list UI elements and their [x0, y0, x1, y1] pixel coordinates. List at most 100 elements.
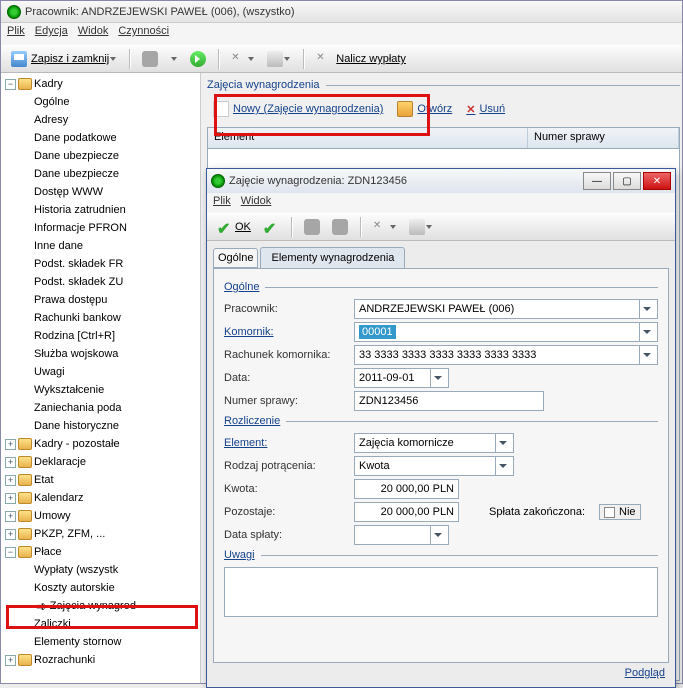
- menu-widok[interactable]: Widok: [78, 25, 109, 43]
- tree-node-zaliczki[interactable]: Zaliczki: [19, 615, 198, 633]
- dialog-titlebar[interactable]: Zajęcie wynagrodzenia: ZDN123456 — ▢ ✕: [207, 169, 675, 193]
- label-komornik: Komornik:: [224, 326, 354, 338]
- tree-node-adresy[interactable]: Adresy: [19, 111, 198, 129]
- tree-node-dane-podatkowe[interactable]: Dane podatkowe: [19, 129, 198, 147]
- save-and-close-button[interactable]: Zapisz i zamknij: [7, 48, 121, 70]
- collapse-icon[interactable]: −: [5, 547, 16, 558]
- tools-button[interactable]: [227, 48, 259, 70]
- arrow-right-icon: [332, 219, 348, 235]
- checkbox-splata-zakonczona[interactable]: Nie: [599, 504, 641, 520]
- main-toolbar: Zapisz i zamknij Nalicz wypłaty: [1, 45, 682, 73]
- nav-forward-button[interactable]: [186, 48, 210, 70]
- delete-record-button[interactable]: ✕ Usuń: [466, 103, 505, 116]
- tab-ogolne[interactable]: Ogólne: [213, 248, 258, 268]
- select-pracownik[interactable]: ANDRZEJEWSKI PAWEŁ (006): [354, 299, 658, 319]
- textarea-uwagi[interactable]: [224, 567, 658, 617]
- expand-icon[interactable]: +: [5, 457, 16, 468]
- tree-node-kadry[interactable]: −Kadry Ogólne Adresy Dane podatkowe Dane…: [3, 75, 198, 435]
- nav-forward-button[interactable]: [328, 216, 352, 238]
- expand-icon[interactable]: +: [5, 529, 16, 540]
- calculate-icon: [316, 51, 332, 67]
- datepicker-data[interactable]: 2011-09-01: [354, 368, 449, 388]
- section-uwagi[interactable]: Uwagi: [224, 549, 255, 561]
- tree-node-deklaracje[interactable]: +Deklaracje: [3, 453, 198, 471]
- tree-node-podst-zu[interactable]: Podst. składek ZU: [19, 273, 198, 291]
- tools-button[interactable]: [369, 216, 401, 238]
- minimize-button[interactable]: —: [583, 172, 611, 190]
- tree-node-pfron[interactable]: Informacje PFRON: [19, 219, 198, 237]
- open-icon: [397, 101, 413, 117]
- select-element[interactable]: Zajęcia komornicze: [354, 433, 514, 453]
- tree-node-wyksztalcenie[interactable]: Wykształcenie: [19, 381, 198, 399]
- tree-node-sluzba[interactable]: Służba wojskowa: [19, 345, 198, 363]
- chevron-down-icon: [170, 51, 178, 67]
- column-numer-sprawy[interactable]: Numer sprawy: [528, 128, 679, 148]
- tree-node-dostep-www[interactable]: Dostęp WWW: [19, 183, 198, 201]
- tree-node-dane-historyczne[interactable]: Dane historyczne: [19, 417, 198, 435]
- tree-node-rozrachunki[interactable]: +Rozrachunki: [3, 651, 198, 669]
- tree-node-kadry-pozostale[interactable]: +Kadry - pozostałe: [3, 435, 198, 453]
- print-button[interactable]: [263, 48, 295, 70]
- expand-icon[interactable]: +: [5, 475, 16, 486]
- ok-button[interactable]: ✔ OK: [213, 216, 255, 238]
- input-pozostaje[interactable]: [354, 502, 459, 522]
- tree-node-podst-fr[interactable]: Podst. składek FR: [19, 255, 198, 273]
- nav-back-button[interactable]: [300, 216, 324, 238]
- expand-icon[interactable]: +: [5, 493, 16, 504]
- tree-node-historia[interactable]: Historia zatrudnien: [19, 201, 198, 219]
- nav-down-button[interactable]: [166, 48, 182, 70]
- close-button[interactable]: ✕: [643, 172, 671, 190]
- menu-plik[interactable]: Plik: [213, 195, 231, 211]
- nalicz-wyplaty-button[interactable]: Nalicz wypłaty: [312, 48, 410, 70]
- tree-node-umowy[interactable]: +Umowy: [3, 507, 198, 525]
- select-rodzaj[interactable]: Kwota: [354, 456, 514, 476]
- tree-node-etat[interactable]: +Etat: [3, 471, 198, 489]
- label-pozostaje: Pozostaje:: [224, 506, 354, 518]
- apply-button[interactable]: ✔: [259, 216, 283, 238]
- maximize-button[interactable]: ▢: [613, 172, 641, 190]
- link-podglad[interactable]: Podgląd: [625, 667, 665, 679]
- label-rodzaj: Rodzaj potrącenia:: [224, 460, 354, 472]
- chevron-down-icon: [247, 51, 255, 67]
- tree-node-dane-ubezpiecze[interactable]: Dane ubezpiecze: [19, 147, 198, 165]
- menu-czynnosci[interactable]: Czynności: [118, 25, 169, 43]
- navigation-tree[interactable]: −Kadry Ogólne Adresy Dane podatkowe Dane…: [1, 73, 201, 683]
- tree-node-pkzp[interactable]: +PKZP, ZFM, ...: [3, 525, 198, 543]
- nav-back-button[interactable]: [138, 48, 162, 70]
- menu-edycja[interactable]: Edycja: [35, 25, 68, 43]
- section-rozliczenie[interactable]: Rozliczenie: [224, 415, 280, 427]
- tree-node-place[interactable]: −Płace Wypłaty (wszystk Koszty autorskie…: [3, 543, 198, 651]
- tree-node-uwagi[interactable]: Uwagi: [19, 363, 198, 381]
- tree-node-prawa[interactable]: Prawa dostępu: [19, 291, 198, 309]
- expand-icon[interactable]: +: [5, 655, 16, 666]
- open-record-button[interactable]: Otwórz: [397, 101, 452, 117]
- print-button[interactable]: [405, 216, 437, 238]
- menu-plik[interactable]: Plik: [7, 25, 25, 43]
- tree-node-rachunki[interactable]: Rachunki bankow: [19, 309, 198, 327]
- tab-elementy[interactable]: Elementy wynagrodzenia: [260, 247, 405, 268]
- datepicker-data-splaty[interactable]: [354, 525, 449, 545]
- input-numer-sprawy[interactable]: [354, 391, 544, 411]
- tree-node-zaniechania[interactable]: Zaniechania poda: [19, 399, 198, 417]
- select-komornik[interactable]: 00001: [354, 322, 658, 342]
- select-rachunek[interactable]: 33 3333 3333 3333 3333 3333 3333: [354, 345, 658, 365]
- tools-icon: [373, 219, 389, 235]
- input-kwota[interactable]: [354, 479, 459, 499]
- tree-node-wyplaty[interactable]: Wypłaty (wszystk: [19, 561, 198, 579]
- tree-node-kalendarz[interactable]: +Kalendarz: [3, 489, 198, 507]
- collapse-icon[interactable]: −: [5, 79, 16, 90]
- tree-node-elementy-storno[interactable]: Elementy stornow: [19, 633, 198, 651]
- expand-icon[interactable]: +: [5, 439, 16, 450]
- new-record-button[interactable]: Nowy (Zajęcie wynagrodzenia): [213, 101, 383, 117]
- column-element[interactable]: Element: [208, 128, 528, 148]
- expand-icon[interactable]: +: [5, 511, 16, 522]
- menu-widok[interactable]: Widok: [241, 195, 272, 211]
- tree-node-inne[interactable]: Inne dane: [19, 237, 198, 255]
- tree-node-zajecia-wynagrodzen[interactable]: ➪Zajęcia wynagrod: [19, 597, 198, 615]
- section-ogolne[interactable]: Ogólne: [224, 281, 259, 293]
- arrow-right-icon: ➪: [36, 597, 48, 615]
- tree-node-koszty[interactable]: Koszty autorskie: [19, 579, 198, 597]
- tree-node-rodzina[interactable]: Rodzina [Ctrl+R]: [19, 327, 198, 345]
- tree-node-dane-ubezpiecze2[interactable]: Dane ubezpiecze: [19, 165, 198, 183]
- tree-node-ogolne[interactable]: Ogólne: [19, 93, 198, 111]
